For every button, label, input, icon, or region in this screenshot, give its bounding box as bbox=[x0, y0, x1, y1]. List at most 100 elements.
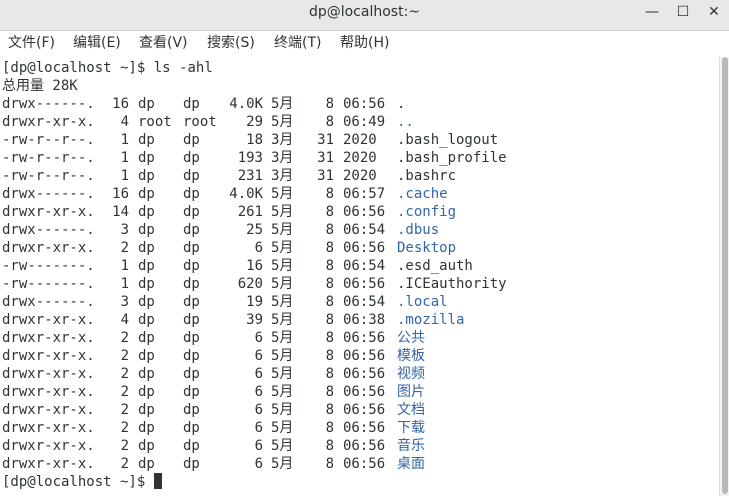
listing-row: drwxr-xr-x. 2 dp dp 6 5月 8 06:56 公共 bbox=[2, 329, 712, 347]
listing-links: 2 bbox=[120, 366, 129, 382]
listing-time: 06:56 bbox=[343, 330, 386, 346]
menu-bar: 文件(F) 编辑(E) 查看(V) 搜索(S) 终端(T) 帮助(H) bbox=[0, 31, 729, 56]
listing-group: dp bbox=[183, 186, 200, 202]
listing-perm: drwxr-xr-x. bbox=[2, 348, 95, 364]
listing-month: 5月 bbox=[271, 240, 294, 256]
terminal-output[interactable]: [dp@localhost ~]$ ls -ahl 总用量 28K drwx--… bbox=[0, 57, 719, 496]
listing-perm: drwxr-xr-x. bbox=[2, 330, 95, 346]
listing-month: 5月 bbox=[271, 402, 294, 418]
listing-perm: drwxr-xr-x. bbox=[2, 438, 95, 454]
listing-name: 公共 bbox=[397, 330, 425, 346]
listing-size: 231 bbox=[237, 168, 263, 184]
listing-perm: -rw-r--r--. bbox=[2, 150, 95, 166]
listing-links: 2 bbox=[120, 456, 129, 472]
listing-links: 2 bbox=[120, 348, 129, 364]
listing-day: 8 bbox=[325, 186, 334, 202]
listing-month: 3月 bbox=[271, 150, 294, 166]
listing-day: 31 bbox=[317, 150, 334, 166]
listing-day: 8 bbox=[325, 312, 334, 328]
listing-size: 193 bbox=[237, 150, 263, 166]
listing-group: dp bbox=[183, 150, 200, 166]
listing-links: 4 bbox=[120, 114, 129, 130]
listing-month: 5月 bbox=[271, 312, 294, 328]
listing-name: .cache bbox=[397, 186, 448, 202]
listing-size: 6 bbox=[254, 366, 263, 382]
listing-row: drwxr-xr-x. 14 dp dp 261 5月 8 06:56 .config bbox=[2, 203, 712, 221]
listing-group: dp bbox=[183, 168, 200, 184]
listing-name: .bash_logout bbox=[397, 132, 499, 148]
listing-size: 29 bbox=[246, 114, 263, 130]
menu-terminal[interactable]: 终端(T) bbox=[274, 31, 321, 55]
listing-owner: dp bbox=[138, 438, 155, 454]
listing-group: dp bbox=[183, 312, 200, 328]
listing-perm: drwxr-xr-x. bbox=[2, 420, 95, 436]
listing-owner: dp bbox=[138, 330, 155, 346]
listing-name: .dbus bbox=[397, 222, 440, 238]
listing-group: dp bbox=[183, 456, 200, 472]
listing-group: dp bbox=[183, 438, 200, 454]
listing-month: 5月 bbox=[271, 204, 294, 220]
menu-view[interactable]: 查看(V) bbox=[139, 31, 188, 55]
listing-name: Desktop bbox=[397, 240, 457, 256]
menu-file[interactable]: 文件(F) bbox=[8, 31, 55, 55]
listing-owner: dp bbox=[138, 384, 155, 400]
listing-row: drwxr-xr-x. 2 dp dp 6 5月 8 06:56 图片 bbox=[2, 383, 712, 401]
listing-group: dp bbox=[183, 96, 200, 112]
listing-perm: drwxr-xr-x. bbox=[2, 312, 95, 328]
listing-name: .bash_profile bbox=[397, 150, 507, 166]
listing-name: .esd_auth bbox=[397, 258, 473, 274]
listing-time: 06:56 bbox=[343, 420, 386, 436]
listing-time: 06:56 bbox=[343, 240, 386, 256]
maximize-icon[interactable]: ☐ bbox=[671, 1, 695, 23]
listing-size: 261 bbox=[237, 204, 263, 220]
listing-owner: dp bbox=[138, 204, 155, 220]
listing-time: 06:57 bbox=[343, 186, 386, 202]
minimize-icon[interactable]: — bbox=[640, 1, 664, 23]
close-icon[interactable]: ✕ bbox=[702, 1, 726, 23]
listing-owner: dp bbox=[138, 132, 155, 148]
listing-owner: dp bbox=[138, 222, 155, 238]
listing-size: 4.0K bbox=[229, 186, 263, 202]
menu-search[interactable]: 搜索(S) bbox=[207, 31, 255, 55]
listing-owner: dp bbox=[138, 420, 155, 436]
scrollbar-thumb[interactable] bbox=[722, 57, 728, 494]
listing-perm: drwxr-xr-x. bbox=[2, 456, 95, 472]
listing-name: .bashrc bbox=[397, 168, 457, 184]
listing-size: 18 bbox=[246, 132, 263, 148]
listing-perm: drwxr-xr-x. bbox=[2, 114, 95, 130]
listing-name: . bbox=[397, 96, 406, 112]
listing-day: 8 bbox=[325, 330, 334, 346]
listing-size: 6 bbox=[254, 330, 263, 346]
listing-day: 8 bbox=[325, 438, 334, 454]
listing-day: 31 bbox=[317, 168, 334, 184]
listing-perm: -rw-------. bbox=[2, 276, 95, 292]
listing-row: drwx------. 16 dp dp 4.0K 5月 8 06:57 .cache bbox=[2, 185, 712, 203]
listing-size: 6 bbox=[254, 402, 263, 418]
menu-edit[interactable]: 编辑(E) bbox=[73, 31, 121, 55]
listing-owner: dp bbox=[138, 348, 155, 364]
listing-size: 19 bbox=[246, 294, 263, 310]
listing-name: .local bbox=[397, 294, 448, 310]
listing-links: 1 bbox=[120, 132, 129, 148]
listing-perm: drwx------. bbox=[2, 294, 95, 310]
listing-time: 2020 bbox=[343, 150, 377, 166]
listing-group: dp bbox=[183, 402, 200, 418]
listing-perm: -rw-r--r--. bbox=[2, 168, 95, 184]
listing-owner: dp bbox=[138, 456, 155, 472]
listing-name: .ICEauthority bbox=[397, 276, 507, 292]
listing-row: drwxr-xr-x. 2 dp dp 6 5月 8 06:56 下载 bbox=[2, 419, 712, 437]
scrollbar[interactable] bbox=[719, 57, 729, 496]
listing-size: 16 bbox=[246, 258, 263, 274]
command-text: ls -ahl bbox=[145, 60, 213, 76]
listing-day: 8 bbox=[325, 348, 334, 364]
listing-month: 5月 bbox=[271, 258, 294, 274]
listing-perm: -rw-r--r--. bbox=[2, 132, 95, 148]
listing-day: 8 bbox=[325, 96, 334, 112]
listing-row: -rw-r--r--. 1 dp dp 18 3月 31 2020 .bash_logout bbox=[2, 131, 712, 149]
listing-name: 模板 bbox=[397, 348, 425, 364]
menu-help[interactable]: 帮助(H) bbox=[340, 31, 389, 55]
listing-time: 06:54 bbox=[343, 258, 386, 274]
listing-row: drwxr-xr-x. 4 root root 29 5月 8 06:49.. bbox=[2, 113, 712, 131]
listing-perm: drwx------. bbox=[2, 96, 95, 112]
listing-name: 视频 bbox=[397, 366, 425, 382]
